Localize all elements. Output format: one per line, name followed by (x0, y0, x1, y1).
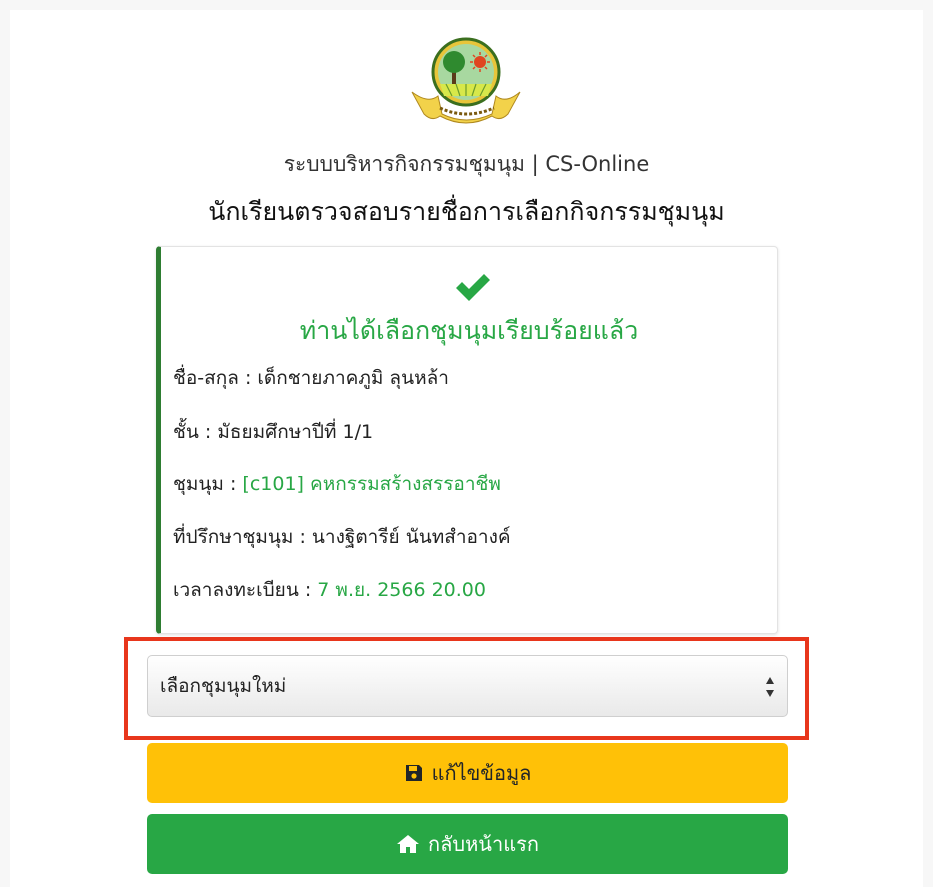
student-name-label: ชื่อ-สกุล : (173, 367, 252, 389)
class-value: มัธยมศึกษาปีที่ 1/1 (217, 421, 374, 443)
advisor-label: ที่ปรึกษาชุมนุม : (173, 526, 306, 548)
edit-info-button-label: แก้ไขข้อมูล (431, 761, 532, 785)
student-name-row: ชื่อ-สกุล : เด็กชายภาคภูมิ ลุนหล้า (173, 363, 449, 393)
club-label: ชุมนุม : (173, 473, 237, 495)
select-new-club-value: เลือกชุมนุมใหม่ (160, 675, 287, 697)
home-icon (397, 835, 420, 853)
advisor-row: ที่ปรึกษาชุมนุม : นางฐิตารีย์ นันทสำอางค… (173, 522, 511, 552)
registration-time-value: 7 พ.ย. 2566 20.00 (317, 579, 486, 601)
success-message: ท่านได้เลือกชุมนุมเรียบร้อยแล้ว (299, 316, 639, 345)
registration-time-row: เวลาลงทะเบียน : 7 พ.ย. 2566 20.00 (173, 575, 486, 605)
select-new-club-dropdown[interactable]: เลือกชุมนุมใหม่ (147, 655, 788, 717)
save-icon (405, 765, 422, 781)
club-row: ชุมนุม : [c101] คหกรรมสร้างสรรอาชีพ (173, 469, 501, 499)
back-to-home-button-label: กลับหน้าแรก (428, 832, 539, 856)
registration-time-label: เวลาลงทะเบียน : (173, 579, 312, 601)
back-to-home-button[interactable]: กลับหน้าแรก (147, 814, 788, 874)
select-arrows-icon (765, 674, 775, 700)
page-title: นักเรียนตรวจสอบรายชื่อการเลือกกิจกรรมชุม… (208, 197, 725, 226)
registration-result-card: ท่านได้เลือกชุมนุมเรียบร้อยแล้ว ชื่อ-สกุ… (156, 246, 778, 634)
class-row: ชั้น : มัธยมศึกษาปีที่ 1/1 (173, 417, 373, 447)
system-title: ระบบบริหารกิจกรรมชุมนุม | CS-Online (283, 152, 650, 176)
class-label: ชั้น : (173, 421, 212, 443)
edit-info-button[interactable]: แก้ไขข้อมูล (147, 743, 788, 803)
advisor-value: นางฐิตารีย์ นันทสำอางค์ (311, 526, 511, 548)
club-value: [c101] คหกรรมสร้างสรรอาชีพ (242, 473, 501, 495)
school-emblem-logo (408, 34, 524, 124)
check-icon (453, 269, 493, 305)
student-name-value: เด็กชายภาคภูมิ ลุนหล้า (257, 367, 449, 389)
